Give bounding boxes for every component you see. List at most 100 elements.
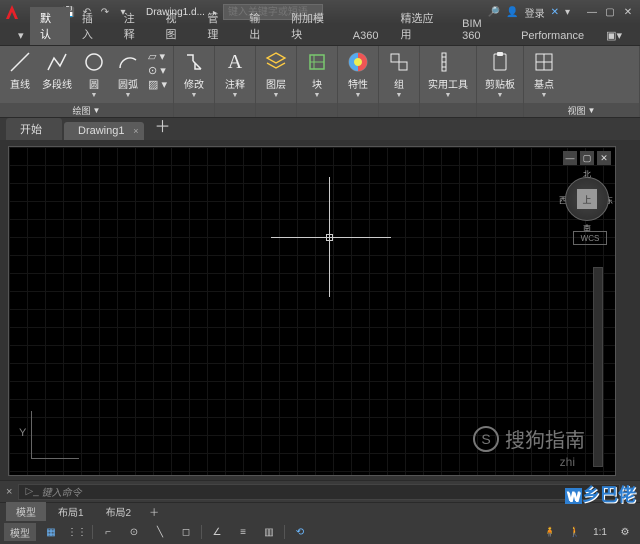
workspace: Y — ▢ ✕ 北 南 西 东 上 WCS S 搜狗指南 zhi	[0, 140, 640, 480]
wcs-badge[interactable]: WCS	[573, 231, 607, 245]
grid-toggle-icon[interactable]: ▦	[40, 523, 62, 541]
cmdline-close-icon[interactable]: ×	[6, 486, 12, 498]
arc-button[interactable]: 圆弧 ▼	[112, 48, 144, 101]
ribbon-group-properties: 特性 ▼	[338, 46, 379, 117]
watermark-text: 搜狗指南	[505, 424, 585, 453]
document-tabs: 开始 Drawing1× ＋	[0, 118, 640, 140]
basepoint-button[interactable]: 基点 ▼	[528, 48, 560, 101]
lineweight-toggle-icon[interactable]: ≡	[232, 523, 254, 541]
ribbon-group-annotate: A 注释 ▼	[215, 46, 256, 117]
viewport-controls: — ▢ ✕	[563, 151, 611, 165]
watermark-sub: zhi	[560, 455, 575, 469]
snap-toggle-icon[interactable]: ⋮⋮	[66, 523, 88, 541]
draw-more-2-icon[interactable]: ⊙ ▾	[148, 64, 167, 77]
ribbon-panel: 直线 多段线 圆 ▼ 圆弧 ▼ ▱ ▾ ⊙ ▾ ▨ ▾ 绘图▼	[0, 46, 640, 118]
layers-button[interactable]: 图层 ▼	[260, 48, 292, 101]
view-cube-top[interactable]: 上	[577, 189, 597, 209]
vp-close-icon[interactable]: ✕	[597, 151, 611, 165]
ribbon-tab-default[interactable]: 默认	[30, 7, 70, 45]
drawing-canvas[interactable]: Y — ▢ ✕ 北 南 西 东 上 WCS S 搜狗指南 zhi	[8, 146, 616, 476]
block-button[interactable]: 块 ▼	[301, 48, 333, 101]
layout-tab-model[interactable]: 模型	[6, 502, 46, 521]
group-button[interactable]: 组 ▼	[383, 48, 415, 101]
clipboard-button[interactable]: 剪贴板 ▼	[481, 48, 519, 101]
polar-toggle-icon[interactable]: ⊙	[123, 523, 145, 541]
close-tab-icon[interactable]: ×	[133, 126, 138, 136]
app-logo-icon	[4, 4, 20, 20]
ribbon-group-layers: 图层 ▼	[256, 46, 297, 117]
ribbon-tab-bim360[interactable]: BIM 360	[452, 15, 509, 45]
exchange-icon[interactable]: ✕	[551, 7, 559, 18]
ribbon-tab-manage[interactable]: 管理	[197, 7, 237, 45]
ribbon-tab-performance[interactable]: Performance	[511, 27, 594, 45]
layout-tabs: 模型 布局1 布局2 ＋	[0, 502, 640, 520]
line-icon	[8, 50, 32, 74]
ribbon-group-draw: 直线 多段线 圆 ▼ 圆弧 ▼ ▱ ▾ ⊙ ▾ ▨ ▾ 绘图▼	[0, 46, 174, 117]
vp-minimize-icon[interactable]: —	[563, 151, 577, 165]
command-placeholder: 键入命令	[41, 484, 81, 499]
layout-tab-layout2[interactable]: 布局2	[96, 502, 142, 521]
polyline-button[interactable]: 多段线	[38, 48, 76, 93]
vp-maximize-icon[interactable]: ▢	[580, 151, 594, 165]
view-cube[interactable]: 上	[565, 177, 609, 221]
command-input[interactable]: ▷_ 键入命令	[18, 484, 620, 500]
block-icon	[305, 50, 329, 74]
new-tab-button[interactable]: ＋	[146, 110, 178, 140]
cycling-toggle-icon[interactable]: ⟲	[289, 523, 311, 541]
ribbon-tab-output[interactable]: 输出	[239, 7, 279, 45]
ucs-y-axis	[31, 411, 32, 459]
circle-button[interactable]: 圆 ▼	[78, 48, 110, 101]
ucs-x-axis	[31, 458, 79, 459]
status-person-icon[interactable]: 🧍	[539, 523, 561, 541]
signin-label[interactable]: 登录	[525, 5, 545, 20]
ribbon-tab-view[interactable]: 视图	[156, 7, 196, 45]
ribbon-tab-annotate[interactable]: 注释	[114, 7, 154, 45]
isodraft-toggle-icon[interactable]: ╲	[149, 523, 171, 541]
circle-icon	[82, 50, 106, 74]
utilities-button[interactable]: 实用工具 ▼	[424, 48, 472, 101]
help-icon[interactable]: ▾	[565, 7, 570, 18]
line-button[interactable]: 直线	[4, 48, 36, 93]
minimize-icon[interactable]: —	[584, 5, 600, 19]
cursor-pickbox	[326, 234, 333, 241]
draw-more-3-icon[interactable]: ▨ ▾	[148, 78, 167, 91]
osnap-toggle-icon[interactable]: ◻	[175, 523, 197, 541]
layers-icon	[264, 50, 288, 74]
ribbon-tab-featured[interactable]: 精选应用	[390, 7, 450, 45]
app-menu-tab[interactable]: ▾	[8, 26, 28, 45]
ortho-toggle-icon[interactable]: ⌐	[97, 523, 119, 541]
annotate-button[interactable]: A 注释 ▼	[219, 48, 251, 101]
ribbon-group-group: 组 ▼	[379, 46, 420, 117]
ribbon-group-clipboard: 剪贴板 ▼	[477, 46, 524, 117]
otrack-toggle-icon[interactable]: ∠	[206, 523, 228, 541]
polyline-icon	[45, 50, 69, 74]
model-space-button[interactable]: 模型	[4, 523, 36, 541]
properties-icon	[346, 50, 370, 74]
draw-more-1-icon[interactable]: ▱ ▾	[148, 50, 167, 63]
utilities-icon	[436, 50, 460, 74]
text-icon: A	[223, 50, 247, 74]
status-gear-icon[interactable]: ⚙	[614, 523, 636, 541]
properties-button[interactable]: 特性 ▼	[342, 48, 374, 101]
layout-tab-layout1[interactable]: 布局1	[48, 502, 94, 521]
doc-tab-start[interactable]: 开始	[6, 118, 62, 140]
ribbon-tab-insert[interactable]: 插入	[72, 7, 112, 45]
command-line: × ▷_ 键入命令 ▴	[0, 480, 640, 502]
doc-tab-drawing1[interactable]: Drawing1×	[64, 122, 144, 140]
status-scale-label[interactable]: 1:1	[589, 523, 611, 541]
transparency-toggle-icon[interactable]: ▥	[258, 523, 280, 541]
basepoint-icon	[532, 50, 556, 74]
maximize-icon[interactable]: ▢	[602, 5, 618, 19]
close-icon[interactable]: ✕	[620, 5, 636, 19]
ribbon-tab-a360[interactable]: A360	[343, 27, 389, 45]
status-walk-icon[interactable]: 🚶	[564, 523, 586, 541]
nav-bar[interactable]	[593, 267, 603, 467]
site-watermark: W乡巴佬	[565, 481, 636, 507]
ribbon-tab-addins[interactable]: 附加模块	[281, 7, 341, 45]
ucs-y-label: Y	[19, 427, 26, 439]
group-label-draw: 绘图	[73, 104, 91, 117]
ribbon-collapse-icon[interactable]: ▣▾	[596, 26, 632, 45]
layout-add-button[interactable]: ＋	[143, 502, 165, 521]
group-icon	[387, 50, 411, 74]
modify-button[interactable]: 修改 ▼	[178, 48, 210, 101]
